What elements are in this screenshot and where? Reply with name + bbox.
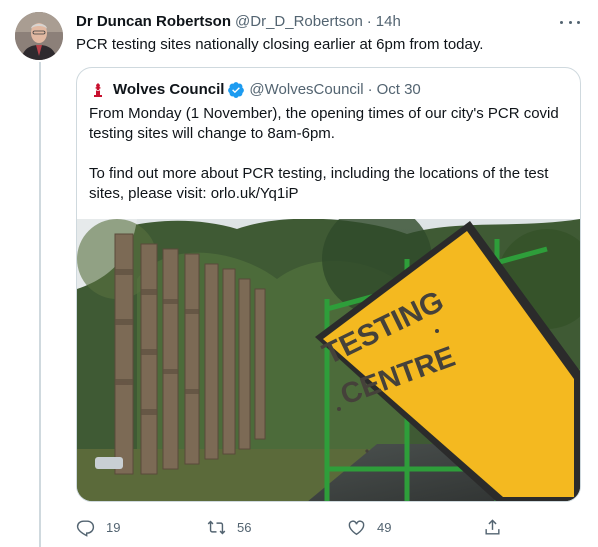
quote-text: From Monday (1 November), the opening ti… <box>89 104 569 204</box>
reply-icon <box>76 519 95 537</box>
quote-paragraph: To find out more about PCR testing, incl… <box>89 165 549 202</box>
reply-count: 19 <box>106 519 121 535</box>
share-button[interactable] <box>483 511 502 543</box>
separator-dot: · <box>367 81 373 98</box>
heart-icon <box>348 519 365 535</box>
avatar[interactable] <box>15 12 63 60</box>
more-options-icon[interactable] <box>560 15 580 29</box>
reply-button[interactable]: 19 <box>76 511 120 543</box>
tweet-text: PCR testing sites nationally closing ear… <box>76 36 484 53</box>
like-count: 49 <box>377 519 392 535</box>
retweet-count: 56 <box>237 519 252 535</box>
separator-dot: · <box>366 12 372 30</box>
tweet-actions: 19 56 49 <box>76 511 506 543</box>
tweet-time[interactable]: 14h <box>376 12 401 32</box>
tweet: Dr Duncan Robertson @Dr_D_Robertson · 14… <box>76 11 580 55</box>
verified-badge-icon <box>228 82 245 98</box>
council-logo-icon <box>89 81 107 99</box>
quote-author-handle[interactable]: @WolvesCouncil <box>249 80 363 100</box>
thread-line <box>39 62 41 547</box>
author-name[interactable]: Dr Duncan Robertson <box>76 12 231 32</box>
retweet-icon <box>207 520 226 534</box>
quote-paragraph: From Monday (1 November), the opening ti… <box>89 105 559 142</box>
avatar-image <box>15 12 63 60</box>
share-icon <box>485 518 500 535</box>
tweet-header: Dr Duncan Robertson @Dr_D_Robertson · 14… <box>76 11 580 32</box>
quoted-tweet[interactable]: Wolves Council @WolvesCouncil · Oct 30 F… <box>76 67 581 502</box>
author-handle[interactable]: @Dr_D_Robertson <box>235 12 363 32</box>
like-button[interactable]: 49 <box>347 511 391 543</box>
quote-author-name[interactable]: Wolves Council <box>113 80 224 100</box>
quote-header: Wolves Council @WolvesCouncil · Oct 30 <box>89 80 421 100</box>
retweet-button[interactable]: 56 <box>207 511 251 543</box>
testing-centre-photo[interactable]: TESTING CENTRE <box>77 219 580 502</box>
quote-time[interactable]: Oct 30 <box>377 80 421 100</box>
